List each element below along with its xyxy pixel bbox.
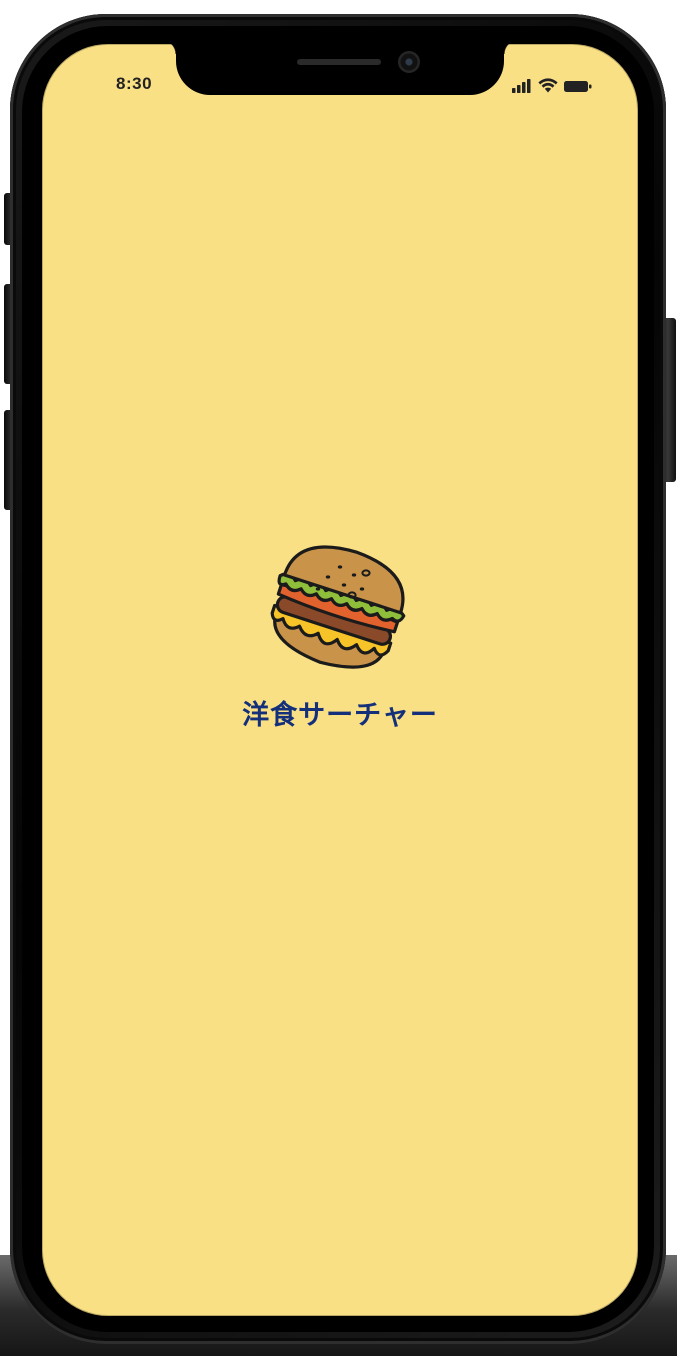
device-mockup-stage: 8:30 洋食サーチャー xyxy=(0,0,677,1356)
hamburger-icon xyxy=(270,545,406,669)
splash-screen: 洋食サーチャー xyxy=(42,44,638,1316)
app-screen: 8:30 洋食サーチャー xyxy=(42,44,638,1316)
app-title: 洋食サーチャー xyxy=(242,700,438,731)
